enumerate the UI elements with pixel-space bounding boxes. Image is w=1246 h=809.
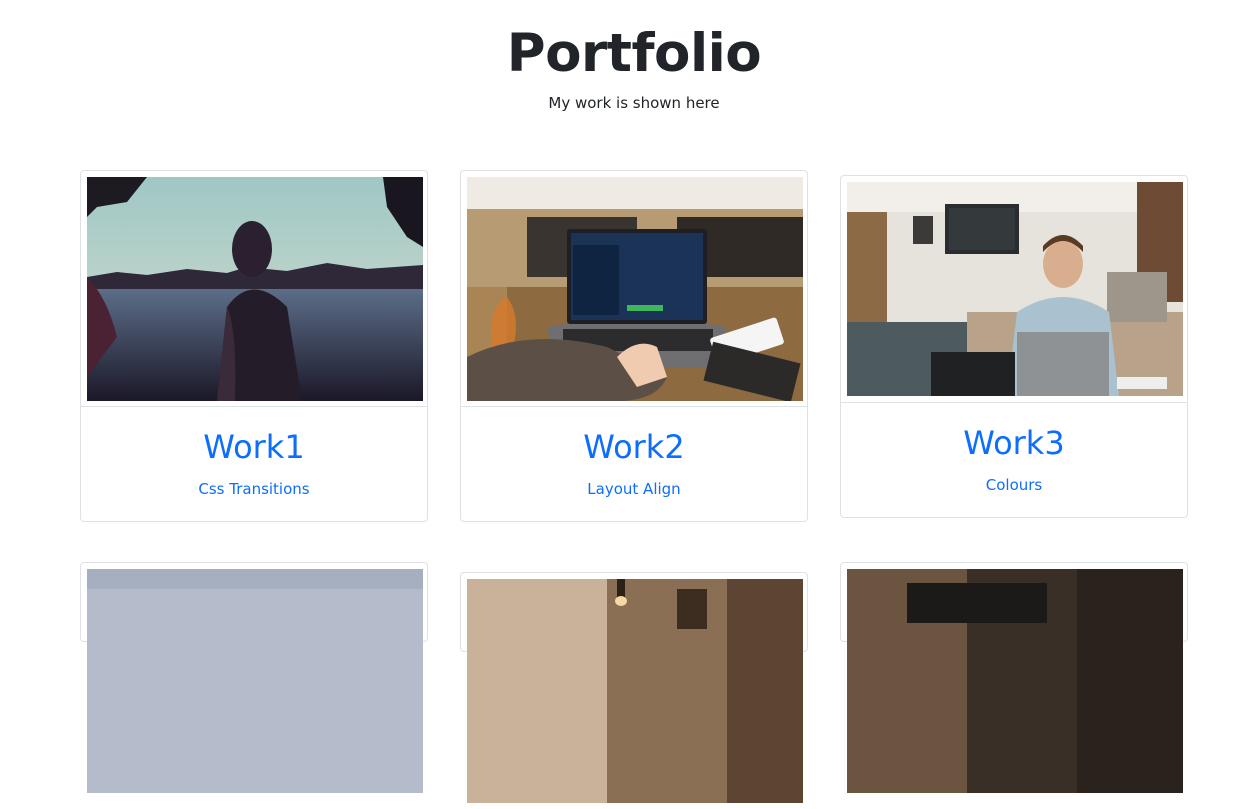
portfolio-card-work3: Work3 Colours [840,175,1188,518]
portfolio-card-5 [460,572,808,803]
sky-landscape-photo[interactable] [87,569,423,793]
card-image-frame [81,563,427,799]
portfolio-card-work1: Work1 Css Transitions [80,170,428,522]
card-subtitle-link[interactable]: Css Transitions [81,479,427,499]
interior-lamp-photo[interactable] [467,579,803,803]
card-image-frame [461,171,807,407]
laptop-cafe-photo[interactable] [467,177,803,401]
card-body: Work1 Css Transitions [81,407,427,521]
card-image-frame [81,171,427,407]
card-image-frame [841,563,1187,799]
card-body: Work2 Layout Align [461,407,807,521]
card-image-frame [841,176,1187,403]
card-title-link[interactable]: Work2 [461,427,807,467]
page-title: Portfolio [506,23,762,84]
card-title-link[interactable]: Work1 [81,427,427,467]
card-body: Work3 Colours [841,403,1187,517]
card-subtitle-link[interactable]: Layout Align [461,479,807,499]
portfolio-card-4 [80,562,428,793]
portfolio-card-6 [840,562,1188,793]
card-image-frame [461,573,807,809]
card-title-link[interactable]: Work3 [841,423,1187,463]
woman-lake-photo[interactable] [87,177,423,401]
portfolio-card-work2: Work2 Layout Align [460,170,808,522]
page-subtitle: My work is shown here [548,94,720,112]
dark-desk-photo[interactable] [847,569,1183,793]
man-laptop-cafe-photo[interactable] [847,182,1183,396]
card-subtitle-link[interactable]: Colours [841,475,1187,495]
